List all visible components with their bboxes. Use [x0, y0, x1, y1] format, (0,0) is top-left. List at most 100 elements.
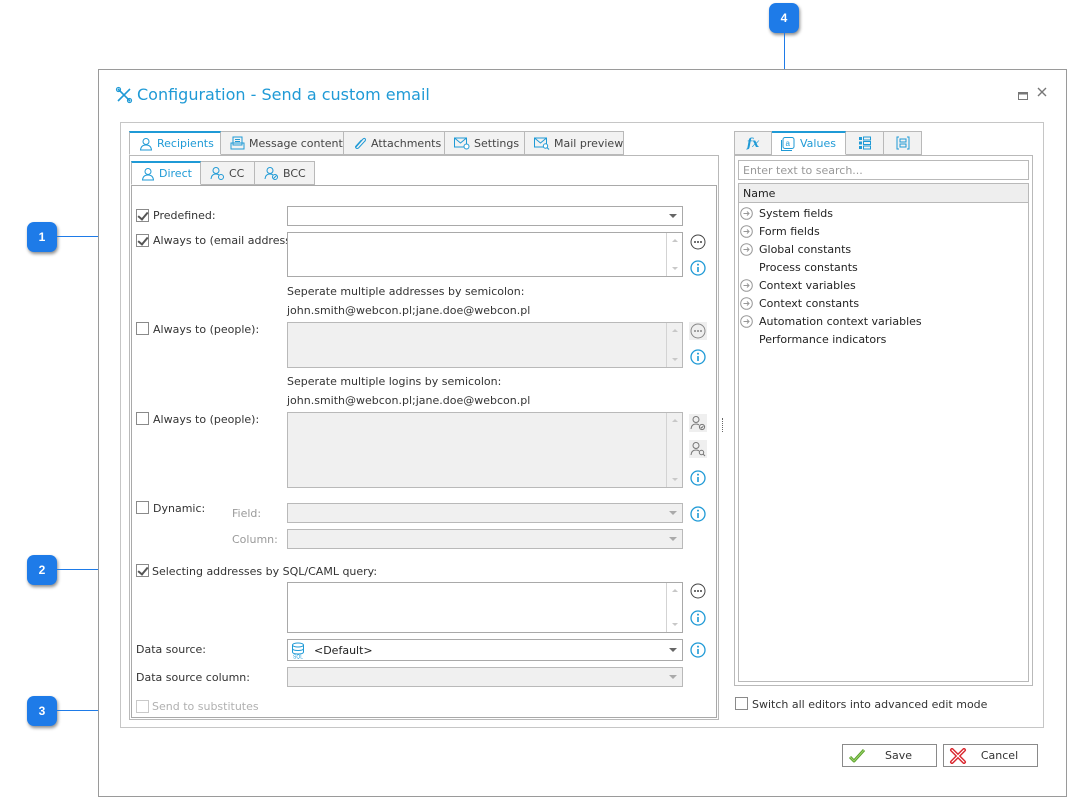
- tree-item[interactable]: Process constants: [740, 258, 858, 276]
- tree-item-label: Automation context variables: [759, 314, 922, 328]
- more-options-button[interactable]: [689, 582, 707, 600]
- tab-list[interactable]: [846, 131, 884, 155]
- user-check-icon: [690, 416, 706, 431]
- predefined-dropdown[interactable]: [287, 206, 683, 226]
- tree-item[interactable]: Form fields: [740, 222, 820, 240]
- always-to-people-2-checkbox[interactable]: [136, 412, 149, 425]
- ellipsis-icon: [690, 323, 706, 339]
- tab-cc-label: CC: [229, 166, 245, 180]
- info-icon: [690, 610, 706, 626]
- info-icon: [690, 506, 706, 522]
- dialog-title-text: Configuration - Send a custom email: [137, 85, 430, 104]
- sql-query-label: Selecting addresses by SQL/CAML query:: [152, 565, 378, 578]
- cancel-label: Cancel: [980, 749, 1019, 762]
- tab-functions[interactable]: fx: [734, 131, 772, 155]
- tree-column-header[interactable]: Name: [738, 183, 1029, 203]
- expand-arrow-icon[interactable]: [740, 242, 753, 256]
- panel-splitter[interactable]: [722, 418, 723, 432]
- tree-item[interactable]: System fields: [740, 204, 833, 222]
- user-cc-icon: [210, 167, 224, 180]
- tab-values[interactable]: a Values: [772, 131, 846, 155]
- dynamic-checkbox[interactable]: [136, 501, 149, 514]
- tools-icon: [115, 86, 133, 103]
- always-to-email-input[interactable]: [287, 232, 683, 277]
- more-options-button[interactable]: [689, 233, 707, 251]
- tree-item[interactable]: Performance indicators: [740, 330, 886, 348]
- info-button[interactable]: [689, 505, 707, 523]
- advanced-mode-label: Switch all editors into advanced edit mo…: [752, 698, 988, 711]
- info-button[interactable]: [689, 259, 707, 277]
- always-to-people-2-input[interactable]: [287, 412, 683, 488]
- tree-item[interactable]: Automation context variables: [740, 312, 922, 330]
- data-source-column-label: Data source column:: [136, 671, 250, 684]
- info-button[interactable]: [689, 469, 707, 487]
- info-button[interactable]: [689, 348, 707, 366]
- info-button[interactable]: [689, 641, 707, 659]
- dialog-title: Configuration - Send a custom email: [115, 85, 430, 104]
- main-tabs: Recipients Message content Attachments S…: [129, 131, 624, 155]
- tab-values-label: Values: [800, 137, 836, 150]
- list-icon: [858, 136, 871, 150]
- data-source-dropdown[interactable]: SQL <Default>: [287, 639, 683, 661]
- save-button[interactable]: Save: [842, 744, 937, 767]
- cancel-button[interactable]: Cancel: [943, 744, 1038, 767]
- search-user-button[interactable]: [689, 440, 707, 458]
- tab-settings[interactable]: Settings: [445, 131, 525, 155]
- advanced-mode-checkbox[interactable]: [735, 697, 748, 710]
- always-to-people-1-input[interactable]: [287, 322, 683, 368]
- always-to-email-checkbox[interactable]: [136, 234, 149, 247]
- tree-item[interactable]: Context constants: [740, 294, 859, 312]
- tab-bcc-label: BCC: [283, 166, 306, 180]
- maximize-button[interactable]: [1018, 89, 1028, 103]
- callout-1: 1: [27, 222, 57, 252]
- always-to-people-1-label: Always to (people):: [153, 323, 260, 336]
- tab-cc[interactable]: CC: [201, 161, 255, 185]
- scrollbar[interactable]: [666, 583, 682, 632]
- more-options-button[interactable]: [689, 322, 707, 340]
- tab-attachments[interactable]: Attachments: [344, 131, 445, 155]
- close-button[interactable]: [1037, 86, 1047, 100]
- tab-bracket-list[interactable]: [884, 131, 922, 155]
- user-search-icon: [690, 442, 706, 457]
- tab-message-content[interactable]: Message content: [221, 131, 344, 155]
- maximize-icon: [1018, 92, 1028, 100]
- close-icon: [1037, 87, 1047, 97]
- scrollbar[interactable]: [666, 233, 682, 276]
- tab-bcc[interactable]: BCC: [255, 161, 315, 185]
- scrollbar[interactable]: [666, 323, 682, 367]
- data-source-column-dropdown[interactable]: [287, 667, 683, 687]
- values-search-input[interactable]: Enter text to search...: [738, 160, 1029, 180]
- field-dropdown[interactable]: [287, 503, 683, 523]
- send-to-substitutes-checkbox[interactable]: [136, 700, 149, 713]
- tab-mail-preview[interactable]: Mail preview: [525, 131, 624, 155]
- tab-recipients[interactable]: Recipients: [129, 131, 221, 155]
- callout-3-line: [57, 710, 98, 711]
- expand-arrow-icon[interactable]: [740, 224, 753, 238]
- predefined-label: Predefined:: [153, 209, 216, 222]
- expand-arrow-icon[interactable]: [740, 296, 753, 310]
- info-button[interactable]: [689, 609, 707, 627]
- tree-item-label: Context constants: [759, 296, 860, 310]
- expand-arrow-icon[interactable]: [740, 206, 753, 220]
- tree-item[interactable]: Global constants: [740, 240, 851, 258]
- callout-2-line: [57, 569, 98, 570]
- predefined-checkbox[interactable]: [136, 209, 149, 222]
- chevron-down-icon: [669, 511, 677, 515]
- tree-item[interactable]: Context variables: [740, 276, 856, 294]
- info-icon: [690, 349, 706, 365]
- expand-arrow-icon[interactable]: [740, 278, 753, 292]
- tree-item-label: System fields: [759, 206, 833, 220]
- expand-arrow-icon[interactable]: [740, 314, 753, 328]
- select-user-button[interactable]: [689, 414, 707, 432]
- chevron-down-icon: [669, 648, 677, 652]
- sql-query-checkbox[interactable]: [136, 564, 149, 577]
- scrollbar[interactable]: [666, 413, 682, 487]
- sub-tabs: Direct CC BCC: [131, 161, 315, 185]
- always-to-people-1-checkbox[interactable]: [136, 322, 149, 335]
- tab-direct[interactable]: Direct: [131, 161, 201, 185]
- column-dropdown[interactable]: [287, 529, 683, 549]
- chevron-down-icon: [669, 537, 677, 541]
- sql-query-input[interactable]: [287, 582, 683, 633]
- svg-text:a: a: [786, 139, 791, 148]
- ellipsis-icon: [690, 234, 706, 250]
